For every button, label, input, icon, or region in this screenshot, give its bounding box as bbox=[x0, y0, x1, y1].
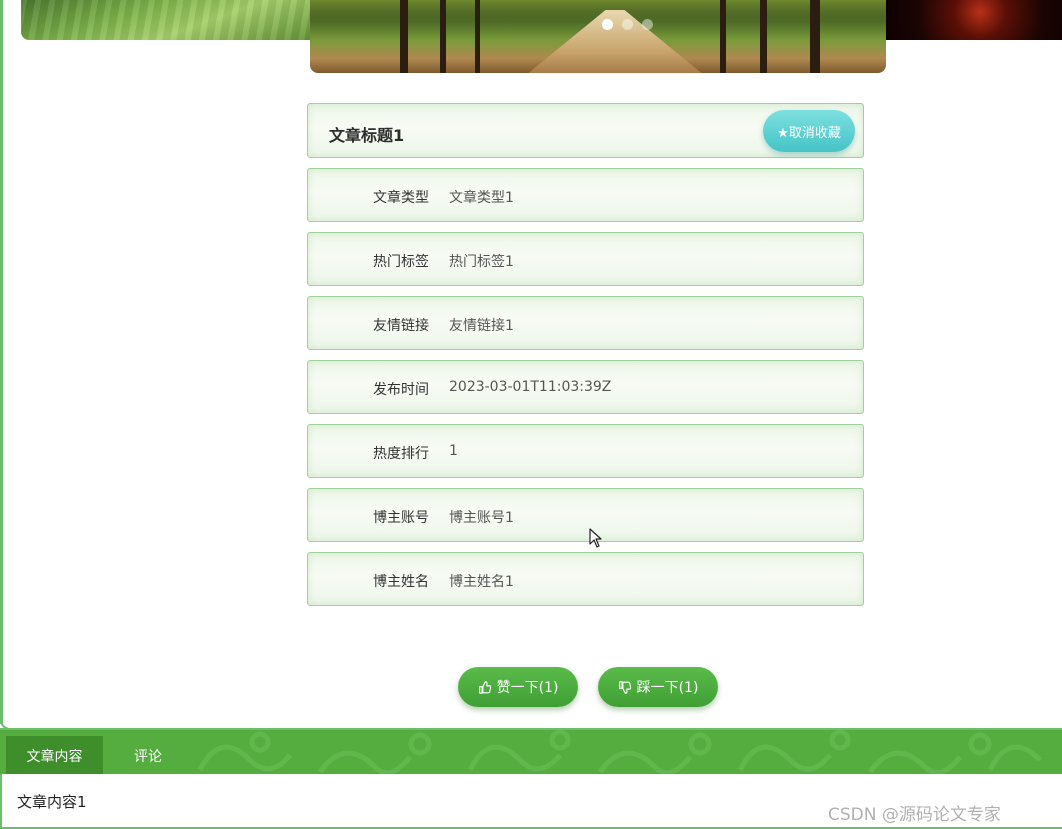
like-button[interactable]: 赞一下(1) bbox=[458, 667, 578, 707]
watermark-text: CSDN @源码论文专家 bbox=[828, 805, 1001, 825]
dislike-button[interactable]: 踩一下(1) bbox=[598, 667, 718, 707]
article-detail-page: 文章标题1 ★取消收藏 文章类型 文章类型1 热门标签 热门标签1 友情链接 友… bbox=[0, 0, 1062, 829]
field-row-blogger-account: 博主账号 博主账号1 bbox=[307, 488, 864, 542]
field-row-friend-link: 友情链接 友情链接1 bbox=[307, 296, 864, 350]
thumbs-up-icon bbox=[478, 680, 491, 694]
field-value: 1 bbox=[449, 443, 458, 459]
field-label: 热度排行 bbox=[373, 446, 429, 462]
field-value: 博主姓名1 bbox=[449, 574, 514, 590]
article-content-text: 文章内容1 bbox=[17, 793, 87, 811]
page-frame-border bbox=[0, 0, 3, 724]
field-label: 热门标签 bbox=[373, 254, 429, 270]
field-value: 友情链接1 bbox=[449, 318, 514, 334]
carousel-dot[interactable] bbox=[622, 19, 633, 30]
field-row-hot-tag: 热门标签 热门标签1 bbox=[307, 232, 864, 286]
thumbs-down-icon bbox=[618, 680, 631, 694]
carousel-slide-next[interactable] bbox=[880, 0, 1062, 40]
field-row-blogger-name: 博主姓名 博主姓名1 bbox=[307, 552, 864, 606]
tree-trunk bbox=[760, 0, 767, 73]
field-label: 文章类型 bbox=[373, 190, 429, 206]
field-row-article-type: 文章类型 文章类型1 bbox=[307, 168, 864, 222]
tree-trunk bbox=[720, 0, 726, 73]
field-value: 文章类型1 bbox=[449, 190, 514, 206]
carousel-dot-active[interactable] bbox=[602, 19, 613, 30]
field-label: 博主账号 bbox=[373, 510, 429, 526]
carousel-slide-previous[interactable] bbox=[21, 0, 321, 40]
tree-trunk bbox=[810, 0, 820, 73]
field-value: 博主账号1 bbox=[449, 510, 514, 526]
dislike-label: 踩一下(1) bbox=[636, 680, 699, 696]
like-label: 赞一下(1) bbox=[496, 680, 559, 696]
field-row-hot-rank: 热度排行 1 bbox=[307, 424, 864, 478]
field-row-publish-time: 发布时间 2023-03-01T11:03:39Z bbox=[307, 360, 864, 414]
field-label: 博主姓名 bbox=[373, 574, 429, 590]
field-label: 发布时间 bbox=[373, 382, 429, 398]
tree-trunk bbox=[440, 0, 446, 73]
article-detail-list: 文章标题1 ★取消收藏 文章类型 文章类型1 热门标签 热门标签1 友情链接 友… bbox=[307, 103, 864, 606]
carousel-indicators bbox=[602, 19, 653, 30]
tab-comments[interactable]: 评论 bbox=[113, 736, 183, 774]
banner-carousel[interactable] bbox=[0, 0, 1062, 74]
unfavorite-button[interactable]: ★取消收藏 bbox=[763, 110, 855, 152]
field-value: 热门标签1 bbox=[449, 254, 514, 270]
content-tabs-bar: 文章内容 评论 bbox=[0, 728, 1062, 774]
article-title: 文章标题1 bbox=[329, 126, 405, 145]
tab-article-content[interactable]: 文章内容 bbox=[6, 736, 103, 774]
tree-trunk bbox=[475, 0, 480, 73]
tree-trunk bbox=[400, 0, 408, 73]
carousel-dot[interactable] bbox=[642, 19, 653, 30]
field-label: 友情链接 bbox=[373, 318, 429, 334]
carousel-slide-current[interactable] bbox=[310, 0, 886, 73]
article-title-row: 文章标题1 ★取消收藏 bbox=[307, 103, 864, 158]
mouse-cursor-icon bbox=[589, 528, 602, 548]
field-value: 2023-03-01T11:03:39Z bbox=[449, 379, 612, 395]
